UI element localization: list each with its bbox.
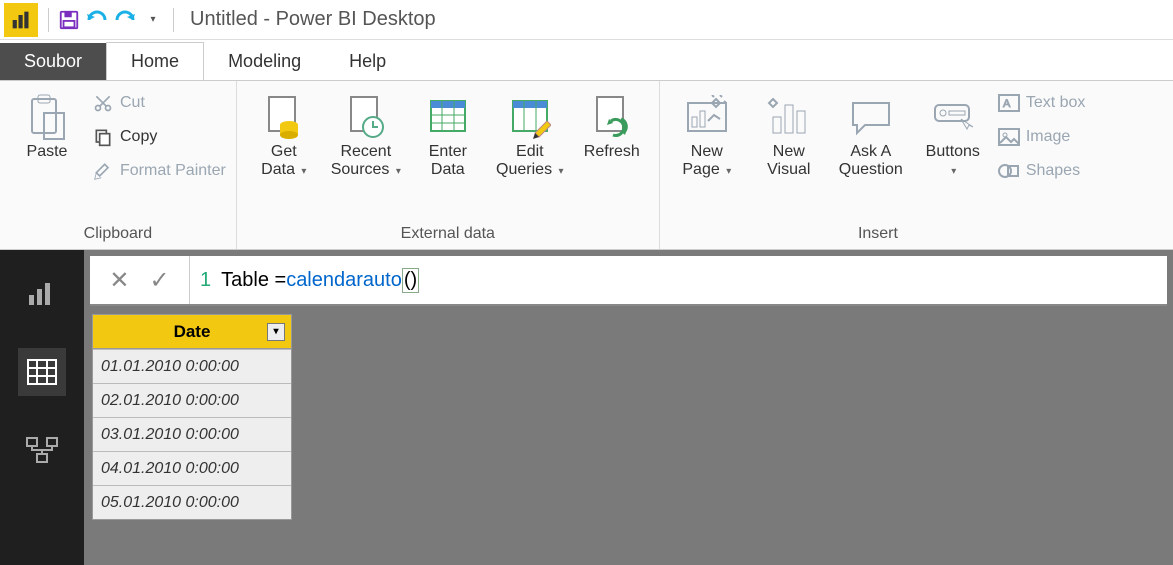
app-icon (4, 3, 38, 37)
window-title: Untitled - Power BI Desktop (190, 8, 436, 31)
edit-label: EditQueries (496, 143, 564, 180)
save-button[interactable] (55, 6, 83, 34)
group-external-data: GetData RecentSources EnterData EditQuer… (237, 81, 660, 249)
main-area: ✕ ✓ 1 Table = calendarauto () Date ▾ 01.… (84, 250, 1173, 565)
tab-help[interactable]: Help (325, 43, 410, 80)
get-data-label: GetData (261, 143, 306, 180)
copy-label: Copy (120, 128, 157, 146)
view-switcher (0, 250, 84, 565)
brush-icon (92, 160, 114, 182)
formula-text: Table = (221, 269, 286, 292)
format-painter-label: Format Painter (120, 162, 226, 180)
shapes-icon (998, 160, 1020, 182)
recent-label: RecentSources (331, 143, 401, 180)
textbox-icon: A (998, 92, 1020, 114)
get-data-icon (263, 91, 305, 143)
ask-question-button[interactable]: Ask AQuestion (834, 85, 908, 180)
edit-queries-icon (509, 91, 551, 143)
buttons-icon (931, 91, 975, 143)
textbox-button[interactable]: A Text box (998, 89, 1086, 117)
shapes-label: Shapes (1026, 162, 1080, 180)
cut-label: Cut (120, 94, 145, 112)
image-label: Image (1026, 128, 1070, 146)
redo-button[interactable] (111, 6, 139, 34)
svg-text:A: A (1003, 98, 1011, 110)
table-row[interactable]: 05.01.2010 0:00:00 (93, 485, 291, 519)
qat-customize[interactable]: ▾ (139, 6, 167, 34)
paste-button[interactable]: Paste (10, 85, 84, 161)
buttons-label: Buttons (926, 143, 980, 180)
recent-sources-button[interactable]: RecentSources (329, 85, 403, 180)
recent-icon (345, 91, 387, 143)
table-row[interactable]: 03.01.2010 0:00:00 (93, 417, 291, 451)
image-icon (998, 126, 1020, 148)
shapes-button[interactable]: Shapes (998, 157, 1086, 185)
column-header[interactable]: Date ▾ (93, 315, 291, 349)
tab-file[interactable]: Soubor (0, 43, 106, 80)
workspace: ✕ ✓ 1 Table = calendarauto () Date ▾ 01.… (0, 250, 1173, 565)
column-filter-dropdown[interactable]: ▾ (267, 323, 285, 341)
new-visual-icon (767, 91, 811, 143)
formula-bar: ✕ ✓ 1 Table = calendarauto () (90, 256, 1167, 306)
clipboard-icon (26, 91, 68, 143)
ask-label: Ask AQuestion (839, 143, 903, 180)
table-row[interactable]: 02.01.2010 0:00:00 (93, 383, 291, 417)
tab-modeling[interactable]: Modeling (204, 43, 325, 80)
formula-func: calendarauto (286, 269, 402, 292)
data-view-button[interactable] (18, 348, 66, 396)
new-visual-button[interactable]: NewVisual (752, 85, 826, 180)
get-data-button[interactable]: GetData (247, 85, 321, 180)
group-label: Clipboard (10, 221, 226, 247)
column-name: Date (174, 322, 211, 342)
data-table: Date ▾ 01.01.2010 0:00:00 02.01.2010 0:0… (92, 314, 292, 520)
undo-button[interactable] (83, 6, 111, 34)
copy-button[interactable]: Copy (92, 123, 226, 151)
edit-queries-button[interactable]: EditQueries (493, 85, 567, 180)
ribbon: Paste Cut Copy Format Painter Clipboard (0, 80, 1173, 250)
enter-data-button[interactable]: EnterData (411, 85, 485, 180)
format-painter-button[interactable]: Format Painter (92, 157, 226, 185)
line-number: 1 (200, 269, 211, 292)
new-page-icon (684, 91, 730, 143)
table-icon (427, 91, 469, 143)
enter-label: EnterData (429, 143, 467, 180)
title-bar: ▾ Untitled - Power BI Desktop (0, 0, 1173, 40)
cancel-formula-button[interactable]: ✕ (109, 266, 129, 295)
new-page-label: NewPage (682, 143, 731, 180)
group-label: External data (247, 221, 649, 247)
tab-home[interactable]: Home (106, 42, 204, 80)
buttons-button[interactable]: Buttons (916, 85, 990, 180)
textbox-label: Text box (1026, 94, 1086, 112)
ribbon-tabs: Soubor Home Modeling Help (0, 40, 1173, 80)
table-row[interactable]: 04.01.2010 0:00:00 (93, 451, 291, 485)
report-view-button[interactable] (18, 270, 66, 318)
model-view-button[interactable] (18, 426, 66, 474)
new-page-button[interactable]: NewPage (670, 85, 744, 180)
group-clipboard: Paste Cut Copy Format Painter Clipboard (0, 81, 237, 249)
scissors-icon (92, 92, 114, 114)
formula-input[interactable]: 1 Table = calendarauto () (190, 268, 1167, 293)
group-insert: NewPage NewVisual Ask AQuestion Buttons … (660, 81, 1096, 249)
image-button[interactable]: Image (998, 123, 1086, 151)
cut-button[interactable]: Cut (92, 89, 226, 117)
separator (173, 8, 174, 32)
commit-formula-button[interactable]: ✓ (150, 266, 170, 295)
new-visual-label: NewVisual (767, 143, 810, 180)
table-row[interactable]: 01.01.2010 0:00:00 (93, 349, 291, 383)
paste-label: Paste (27, 143, 68, 161)
refresh-button[interactable]: Refresh (575, 85, 649, 161)
refresh-icon (591, 91, 633, 143)
group-label: Insert (670, 221, 1086, 247)
chat-icon (849, 91, 893, 143)
formula-parens: () (402, 268, 419, 293)
copy-icon (92, 126, 114, 148)
separator (48, 8, 49, 32)
refresh-label: Refresh (584, 143, 640, 161)
